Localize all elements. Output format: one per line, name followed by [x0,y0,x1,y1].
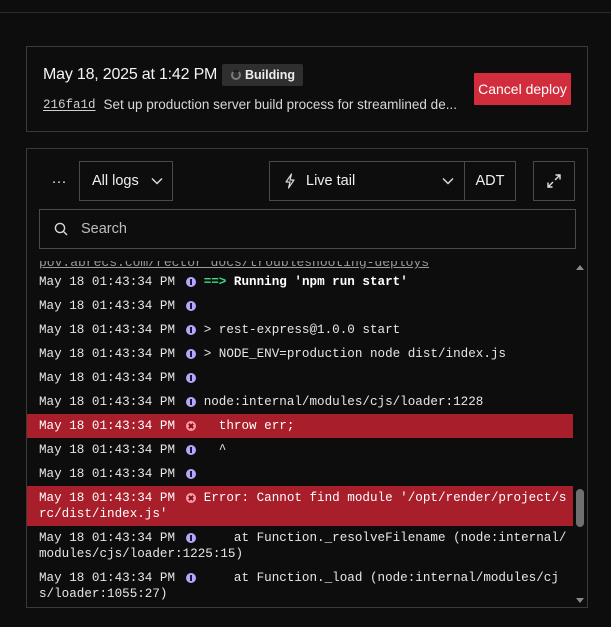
scroll-thumb[interactable] [576,489,584,527]
log-message: ==> Running 'npm run start' [203,275,408,289]
log-timestamp: May 18 01:43:34 PM [39,419,176,433]
live-tail-label: Live tail [306,173,356,189]
log-filter-dropdown[interactable]: All logs [79,161,173,201]
status-badge: Building [222,64,303,86]
log-message: ^ [203,443,227,457]
lightning-icon [285,173,295,189]
log-list: May 18 01:43:34 PM ==> Running 'npm run … [27,270,573,606]
info-icon [186,573,196,583]
spinner-icon [231,70,241,80]
search-input[interactable] [81,221,561,237]
log-message: > NODE_ENV=production node dist/index.js [203,347,506,361]
info-icon [186,445,196,455]
info-icon [186,373,196,383]
chevron-down-icon [442,177,454,185]
chevron-down-icon [151,177,163,185]
expand-icon [547,174,561,188]
info-icon [186,533,196,543]
info-icon [186,397,196,407]
cancel-deploy-button[interactable]: Cancel deploy [474,73,571,105]
live-tail-dropdown[interactable]: Live tail [269,161,465,201]
log-timestamp: May 18 01:43:34 PM [39,275,176,289]
timezone-button[interactable]: ADT [464,161,516,201]
info-icon [186,349,196,359]
log-row: May 18 01:43:34 PM ==> Running 'npm run … [27,270,573,294]
error-icon [186,421,196,431]
deploy-card: May 18, 2025 at 1:42 PM Building 216fa1d… [26,46,588,132]
info-icon [186,277,196,287]
log-timestamp: May 18 01:43:34 PM [39,571,176,585]
log-row: May 18 01:43:34 PM > rest-express@1.0.0 … [27,318,573,342]
log-timestamp: May 18 01:43:34 PM [39,395,176,409]
log-row: May 18 01:43:34 PM at Function._resolveF… [27,526,573,566]
info-icon [186,301,196,311]
log-viewport[interactable]: pov.abrecs.com/rector_docs/troubleshooti… [27,261,573,607]
log-timestamp: May 18 01:43:34 PM [39,531,176,545]
commit-row: 216fa1d Set up production server build p… [43,97,473,112]
log-row: May 18 01:43:34 PM [27,366,573,390]
log-line-truncated: pov.abrecs.com/rector_docs/troubleshooti… [39,261,430,270]
deploy-date: May 18, 2025 at 1:42 PM [43,66,218,83]
search-box [39,209,576,249]
log-timestamp: May 18 01:43:34 PM [39,299,176,313]
status-label: Building [245,68,295,82]
error-icon [186,493,196,503]
log-message: > rest-express@1.0.0 start [203,323,401,337]
log-row: May 18 01:43:34 PM Error: Cannot find mo… [27,486,573,526]
log-timestamp: May 18 01:43:34 PM [39,371,176,385]
search-icon [54,222,68,236]
log-timestamp: May 18 01:43:34 PM [39,467,176,481]
log-row: May 18 01:43:34 PM > NODE_ENV=production… [27,342,573,366]
log-message: node:internal/modules/cjs/loader:1228 [203,395,484,409]
info-icon [186,469,196,479]
prompt-arrow: ==> [203,275,227,289]
log-row: May 18 01:43:34 PM ^ [27,438,573,462]
commit-hash-link[interactable]: 216fa1d [43,98,96,112]
scroll-down-arrow-icon[interactable] [576,598,584,603]
info-icon [186,325,196,335]
log-timestamp: May 18 01:43:34 PM [39,323,176,337]
fullscreen-button[interactable] [533,161,575,201]
log-message: throw err; [203,419,295,433]
log-row: May 18 01:43:34 PM node:internal/modules… [27,390,573,414]
commit-message: Set up production server build process f… [103,97,457,112]
log-row: May 18 01:43:34 PM [27,294,573,318]
logs-panel: ··· All logs Live tail ADT pov.abrecs.co… [26,148,588,608]
log-filter-label: All logs [92,173,139,189]
log-scrollbar[interactable] [574,261,586,607]
log-row: May 18 01:43:34 PM [27,462,573,486]
log-timestamp: May 18 01:43:34 PM [39,491,176,505]
scroll-up-arrow-icon[interactable] [576,265,584,270]
top-divider [0,12,611,13]
log-row: May 18 01:43:34 PM throw err; [27,414,573,438]
log-timestamp: May 18 01:43:34 PM [39,443,176,457]
log-timestamp: May 18 01:43:34 PM [39,347,176,361]
log-row: May 18 01:43:34 PM at Function._load (no… [27,566,573,606]
more-options-button[interactable]: ··· [47,167,71,195]
